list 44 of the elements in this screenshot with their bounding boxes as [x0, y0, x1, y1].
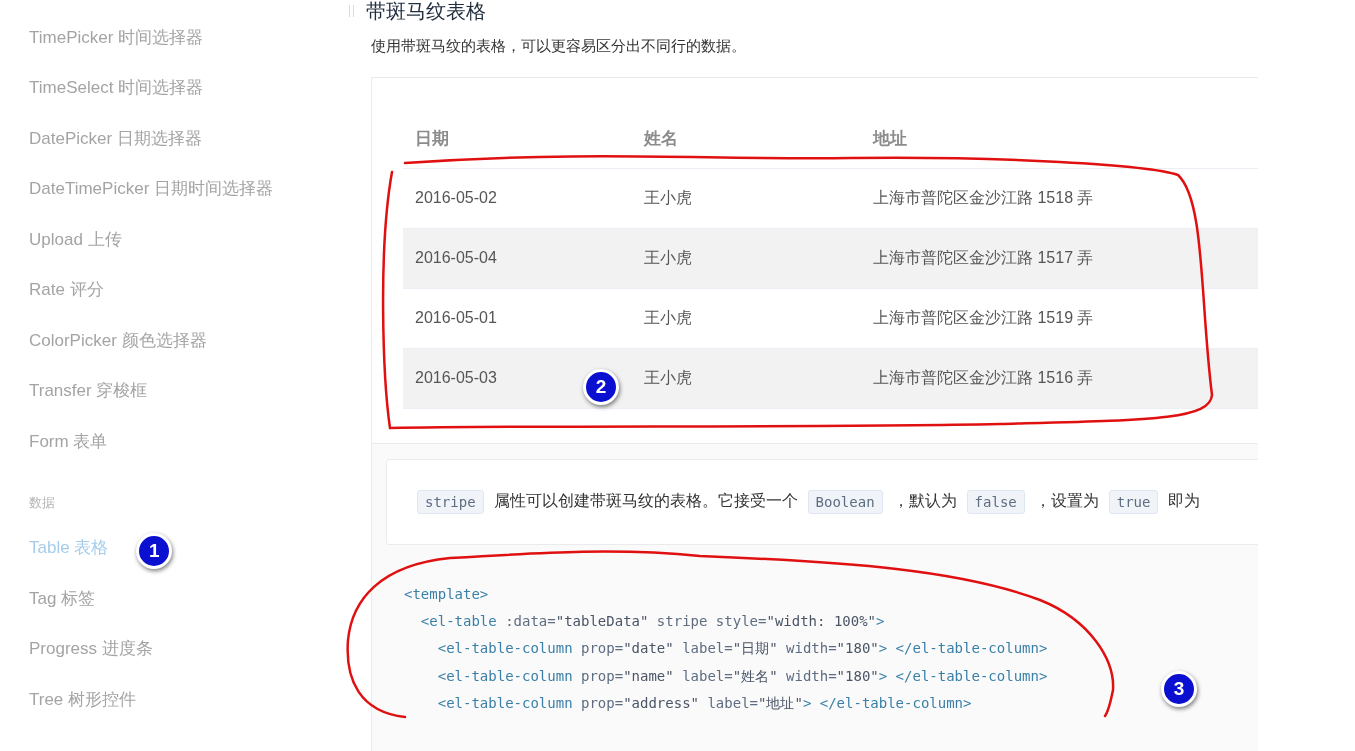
description-text: ，设置为: [1034, 491, 1099, 511]
table-cell: 上海市普陀区金沙江路 1517 弄: [861, 228, 1258, 288]
sidebar-item[interactable]: Rate 评分: [29, 278, 104, 302]
code-line: <el-table :data="tableData" stripe style="width: 100%">: [420, 611, 885, 631]
table-cell: 2016-05-04: [403, 228, 632, 288]
table-cell: 2016-05-02: [403, 168, 632, 228]
table-cell: 王小虎: [632, 168, 861, 228]
number-badge: 3: [1161, 670, 1197, 707]
sidebar-item[interactable]: Form 表单: [29, 429, 108, 453]
code-line: <el-table-column prop="address" label="地址"> </el-table-column>: [437, 694, 972, 714]
anchor-marker: [349, 5, 354, 17]
sidebar-group-label: 数据: [29, 493, 55, 512]
inline-code: Boolean: [807, 489, 883, 514]
sidebar-item[interactable]: TimeSelect 时间选择器: [29, 76, 204, 100]
code-line: <el-table-column prop="date" label="日期" width="180"> </el-table-column>: [437, 639, 1048, 659]
section-description: 使用带斑马纹的表格，可以更容易区分出不同行的数据。: [371, 36, 747, 56]
sidebar-item[interactable]: Upload 上传: [29, 227, 122, 251]
code-line: <template>: [404, 584, 489, 604]
sidebar-item[interactable]: ColorPicker 颜色选择器: [29, 328, 207, 352]
sidebar-item[interactable]: Progress 进度条: [29, 637, 153, 661]
code-line: <el-table-column prop="name" label="姓名" width="180"> </el-table-column>: [437, 666, 1048, 686]
sidebar-item[interactable]: Table 表格: [29, 536, 109, 560]
table-cell: 上海市普陀区金沙江路 1516 弄: [861, 348, 1258, 408]
inline-code: stripe: [417, 489, 484, 514]
inline-code: true: [1108, 489, 1159, 514]
table-cell: 上海市普陀区金沙江路 1519 弄: [861, 288, 1258, 348]
description-text: 即为: [1168, 491, 1201, 511]
column-header: 地址: [861, 110, 1258, 168]
column-header: 姓名: [632, 110, 861, 168]
sidebar-item[interactable]: DateTimePicker 日期时间选择器: [29, 177, 273, 201]
table-cell: 2016-05-01: [403, 288, 632, 348]
description-text: ，默认为: [892, 491, 957, 511]
inline-code: false: [966, 489, 1025, 514]
table-cell: 王小虎: [632, 288, 861, 348]
sidebar-item[interactable]: TimePicker 时间选择器: [29, 25, 204, 49]
description-text: 属性可以创建带斑马纹的表格。它接受一个: [493, 491, 798, 511]
sidebar-item[interactable]: Tree 树形控件: [29, 687, 137, 711]
table-cell: 王小虎: [632, 348, 861, 408]
column-header: 日期: [403, 110, 632, 168]
table-cell: 上海市普陀区金沙江路 1518 弄: [861, 168, 1258, 228]
sidebar-item[interactable]: Tag 标签: [29, 586, 96, 610]
sidebar-item[interactable]: Transfer 穿梭框: [29, 379, 148, 403]
table-cell: 王小虎: [632, 228, 861, 288]
sidebar-item[interactable]: DatePicker 日期选择器: [29, 126, 202, 150]
